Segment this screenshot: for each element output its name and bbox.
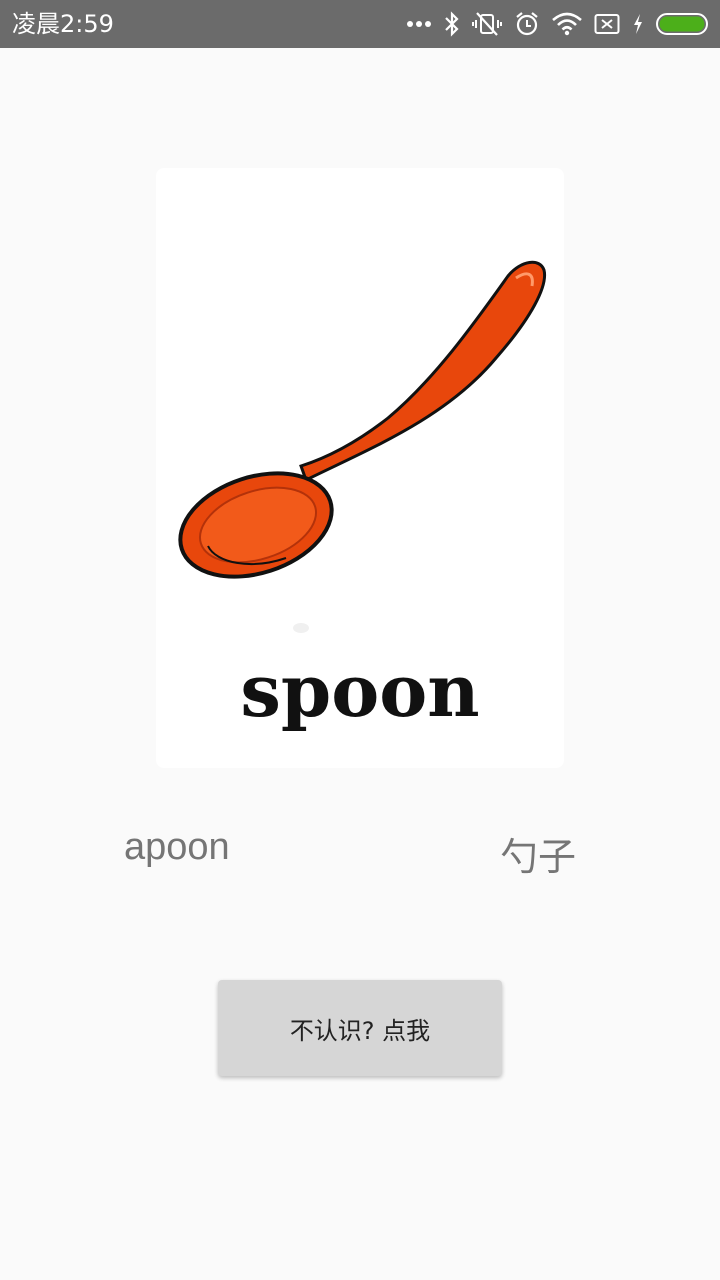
more-dots-icon: [406, 8, 432, 40]
status-icons: [406, 8, 710, 40]
status-bar: 凌晨2:59: [0, 0, 720, 48]
battery-icon: [656, 8, 710, 40]
alarm-icon: [514, 8, 540, 40]
bluetooth-icon: [444, 8, 460, 40]
vibrate-off-icon: [472, 8, 502, 40]
word-card-image: spoon: [156, 168, 564, 768]
english-word: apoon: [124, 826, 230, 868]
card-word-caption: spoon: [240, 648, 480, 733]
status-time: 凌晨2:59: [12, 10, 114, 38]
charging-icon: [632, 8, 644, 40]
wifi-icon: [552, 8, 582, 40]
dont-know-button[interactable]: 不认识? 点我: [218, 980, 502, 1076]
chinese-translation: 勺子: [500, 835, 577, 879]
no-sim-icon: [594, 8, 620, 40]
